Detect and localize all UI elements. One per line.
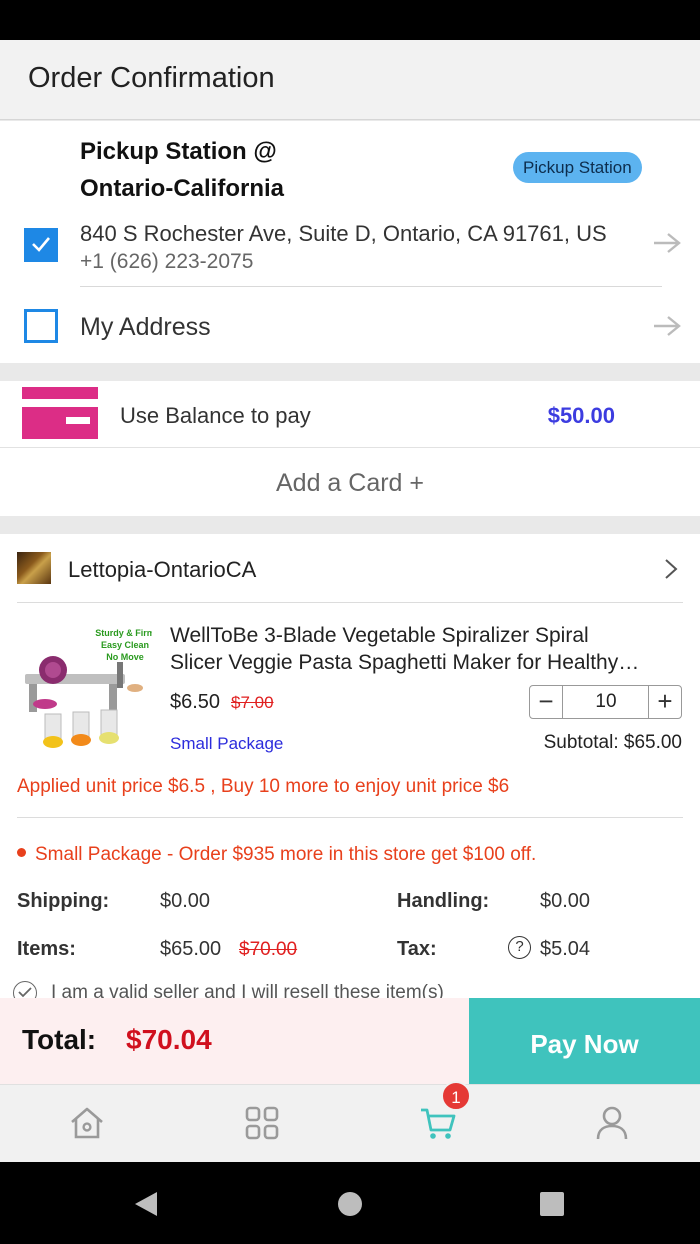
image-caption-3: No Move [106, 652, 144, 662]
address-divider [80, 286, 662, 287]
add-card-button[interactable]: Add a Card + [0, 469, 700, 498]
total-amount: $70.04 [126, 1024, 212, 1055]
original-price: $7.00 [231, 693, 274, 712]
arrow-right-icon[interactable] [652, 314, 682, 338]
unit-price: $6.50 [170, 691, 221, 713]
decrement-button[interactable]: − [530, 686, 563, 718]
pickup-phone: +1 (626) 223-2075 [80, 250, 254, 273]
header: Order Confirmation [0, 40, 700, 120]
my-address-checkbox[interactable] [24, 309, 58, 343]
back-icon[interactable] [133, 1190, 159, 1218]
system-nav-bar [0, 1162, 700, 1244]
package-notice-text: Small Package - Order $935 more in this … [35, 844, 537, 865]
image-caption-1: Sturdy & Firm [95, 628, 152, 638]
use-balance-label[interactable]: Use Balance to pay [120, 403, 311, 429]
handling-value: $0.00 [540, 890, 591, 912]
product-title[interactable]: WellToBe 3-Blade Vegetable Spiralizer Sp… [170, 622, 680, 676]
home-button-icon[interactable] [337, 1191, 363, 1217]
tax-value: $5.04 [540, 938, 591, 960]
quantity-stepper: − 10 + [529, 685, 682, 719]
status-bar [0, 0, 700, 40]
handling-label: Handling: [397, 890, 490, 912]
quantity-input[interactable]: 10 [564, 686, 648, 718]
product-image[interactable]: Sturdy & Firm Easy Clean No Move [17, 622, 152, 750]
credit-card-icon [22, 387, 98, 439]
payment-divider [0, 447, 700, 448]
balance-amount: $50.00 [547, 403, 615, 428]
help-icon[interactable]: ? [508, 936, 531, 959]
pickup-station-badge: Pickup Station [513, 152, 642, 183]
payment-card: Use Balance to pay $50.00 Add a Card + [0, 381, 700, 516]
chevron-right-icon[interactable] [664, 558, 678, 580]
pay-now-button[interactable]: Pay Now [469, 998, 700, 1084]
product-title-line1: WellToBe 3-Blade Vegetable Spiralizer Sp… [170, 624, 589, 647]
card-chip [66, 417, 90, 424]
total-label: Total: [22, 1024, 97, 1055]
profile-icon[interactable] [592, 1103, 632, 1143]
cart-badge: 1 [441, 1081, 471, 1111]
store-name[interactable]: Lettopia-OntarioCA [68, 557, 256, 583]
shipping-value: $0.00 [160, 890, 211, 912]
tax-label: Tax: [397, 938, 437, 960]
shipping-label: Shipping: [17, 890, 110, 912]
store-card: Lettopia-OntarioCA Sturdy & Firm Easy Cl… [0, 534, 700, 1005]
pickup-checkbox[interactable] [24, 228, 58, 262]
package-notice: Small Package - Order $935 more in this … [17, 844, 536, 866]
grid-icon[interactable] [242, 1103, 282, 1143]
recents-icon[interactable] [539, 1191, 565, 1217]
app-screen: Order Confirmation Pickup Station @ Onta… [0, 40, 700, 1162]
promo-message: Applied unit price $6.5 , Buy 10 more to… [17, 776, 510, 797]
page-title: Order Confirmation [28, 62, 275, 94]
subtotal: Subtotal: $65.00 [543, 732, 682, 753]
total-section: Total: $70.04 [0, 998, 469, 1084]
home-icon[interactable] [67, 1103, 107, 1143]
address-card: Pickup Station @ Ontario-California Pick… [0, 121, 700, 363]
pickup-address: 840 S Rochester Ave, Suite D, Ontario, C… [80, 221, 607, 246]
package-link[interactable]: Small Package [170, 734, 283, 754]
bottom-tab-bar: 1 [0, 1081, 700, 1162]
pickup-name-line2: Ontario-California [80, 175, 285, 202]
pickup-station-name[interactable]: Pickup Station @ Ontario-California [80, 133, 340, 207]
pickup-name-line1: Pickup Station @ [80, 138, 277, 165]
arrow-right-icon[interactable] [652, 231, 682, 255]
items-value: $65.00 [160, 938, 222, 960]
items-label: Items: [17, 938, 76, 960]
product-title-line2: Slicer Veggie Pasta Spaghetti Maker for … [170, 651, 640, 674]
card-stripe [22, 399, 98, 407]
image-caption-2: Easy Clean [101, 640, 149, 650]
check-icon [32, 237, 50, 252]
bullet-dot-icon [17, 848, 26, 858]
store-divider [17, 602, 683, 603]
checkout-bar: Total: $70.04 Pay Now [0, 998, 700, 1084]
store-logo [17, 552, 51, 584]
increment-button[interactable]: + [648, 686, 681, 718]
items-original-value: $70.00 [239, 939, 298, 960]
my-address-label[interactable]: My Address [80, 313, 211, 342]
promo-divider [17, 817, 683, 818]
